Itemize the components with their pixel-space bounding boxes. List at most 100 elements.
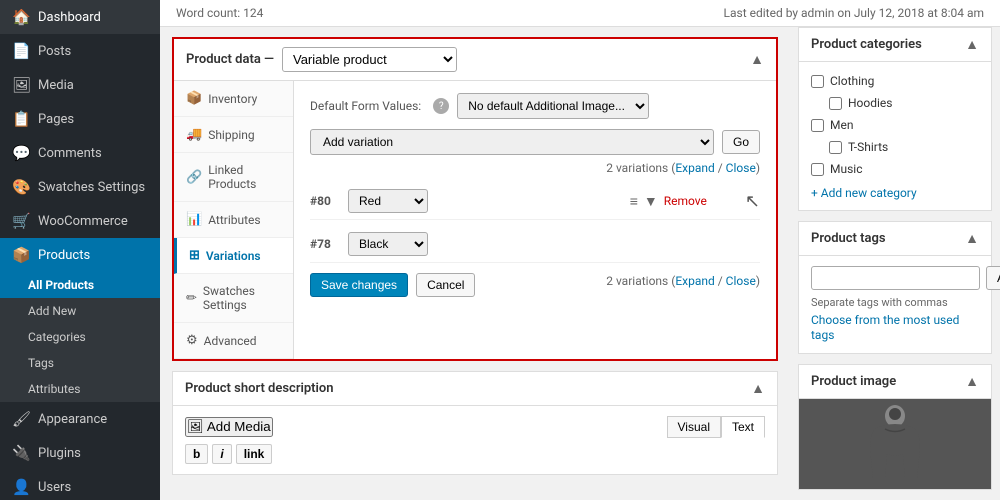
sidebar-item-appearance[interactable]: 🖌 Appearance bbox=[0, 402, 160, 436]
variation-actions-80: ≡ ▼ Remove bbox=[630, 193, 707, 210]
tags-body: Add Separate tags with commas Choose fro… bbox=[799, 256, 991, 353]
help-icon[interactable]: ? bbox=[433, 98, 449, 114]
tags-header: Product tags ▲ bbox=[799, 222, 991, 256]
tab-inventory-label: Inventory bbox=[208, 92, 257, 106]
tags-hint: Separate tags with commas bbox=[811, 296, 979, 309]
advanced-tab-icon: ⚙ bbox=[186, 333, 198, 348]
cancel-button[interactable]: Cancel bbox=[416, 273, 475, 297]
sidebar-item-posts[interactable]: 📄 Posts bbox=[0, 34, 160, 68]
sidebar-item-woocommerce[interactable]: 🛒 WooCommerce bbox=[0, 204, 160, 238]
sidebar-item-all-products[interactable]: All Products bbox=[0, 272, 160, 298]
variation-row-80: #80 Red ≡ ▼ Remove ↖ bbox=[310, 183, 760, 220]
tab-advanced[interactable]: ⚙ Advanced bbox=[174, 323, 293, 359]
categories-box: Product categories ▲ Clothing Hoodies Me… bbox=[798, 27, 992, 211]
tab-variations-label: Variations bbox=[206, 249, 261, 263]
tags-input-row: Add bbox=[811, 266, 979, 290]
variations-tab-content: Default Form Values: ? No default Additi… bbox=[294, 81, 776, 359]
sidebar-item-categories[interactable]: Categories bbox=[0, 324, 160, 350]
sidebar-item-users[interactable]: 👤 Users bbox=[0, 470, 160, 500]
users-icon: 👤 bbox=[12, 478, 30, 496]
add-variation-select[interactable]: Add variation bbox=[310, 129, 714, 155]
category-item-hoodies: Hoodies bbox=[811, 94, 979, 112]
italic-button[interactable]: i bbox=[212, 444, 231, 464]
sidebar-item-attributes[interactable]: Attributes bbox=[0, 376, 160, 402]
product-image-placeholder[interactable] bbox=[799, 399, 991, 489]
variation-menu-icon[interactable]: ≡ bbox=[630, 193, 638, 210]
checkbox-music[interactable] bbox=[811, 163, 824, 176]
category-item-tshirts: T-Shirts bbox=[811, 138, 979, 156]
sidebar-item-media[interactable]: 🖼 Media bbox=[0, 68, 160, 102]
sidebar-item-label: Comments bbox=[38, 146, 102, 161]
cursor-graphic: ↖ bbox=[745, 191, 760, 212]
tags-collapse-icon[interactable]: ▲ bbox=[965, 230, 979, 247]
product-image-collapse-icon[interactable]: ▲ bbox=[965, 373, 979, 390]
sidebar-item-comments[interactable]: 💬 Comments bbox=[0, 136, 160, 170]
sidebar-item-label: WooCommerce bbox=[38, 214, 128, 229]
tab-attributes[interactable]: 📊 Attributes bbox=[174, 202, 293, 238]
sidebar-item-plugins[interactable]: 🔌 Plugins bbox=[0, 436, 160, 470]
visual-tab[interactable]: Visual bbox=[667, 416, 721, 438]
tags-add-button[interactable]: Add bbox=[986, 266, 1000, 290]
tags-input[interactable] bbox=[811, 266, 980, 290]
categories-body: Clothing Hoodies Men T-Shirts bbox=[799, 62, 991, 210]
bold-button[interactable]: b bbox=[185, 444, 208, 464]
sidebar-item-products[interactable]: 📦 Products bbox=[0, 238, 160, 272]
tags-title: Product tags bbox=[811, 231, 886, 246]
default-form-row: Default Form Values: ? No default Additi… bbox=[310, 93, 760, 119]
default-form-select[interactable]: No default Additional Image... bbox=[457, 93, 649, 119]
variations-count-b: 2 variations bbox=[606, 274, 668, 288]
posts-icon: 📄 bbox=[12, 42, 30, 60]
product-type-select[interactable]: Variable product Simple product Grouped … bbox=[282, 47, 457, 72]
variation-num-80: #80 bbox=[310, 194, 340, 208]
close-link[interactable]: Close bbox=[726, 161, 756, 175]
sidebar-item-swatches[interactable]: 🎨 Swatches Settings bbox=[0, 170, 160, 204]
product-image-title: Product image bbox=[811, 374, 896, 389]
product-data-title: Product data — Variable product Simple p… bbox=[186, 47, 457, 72]
media-icon: 🖼 bbox=[12, 76, 30, 94]
variation-select-78[interactable]: Black bbox=[348, 232, 428, 256]
link-button[interactable]: link bbox=[236, 444, 273, 464]
variation-num-78: #78 bbox=[310, 237, 340, 251]
variation-select-80[interactable]: Red bbox=[348, 189, 428, 213]
go-button[interactable]: Go bbox=[722, 130, 760, 154]
product-data-box: Product data — Variable product Simple p… bbox=[172, 37, 778, 361]
sidebar-item-add-new[interactable]: Add New bbox=[0, 298, 160, 324]
expand-link-b[interactable]: Expand bbox=[675, 274, 714, 288]
sidebar-item-tags[interactable]: Tags bbox=[0, 350, 160, 376]
categories-collapse-icon[interactable]: ▲ bbox=[965, 36, 979, 53]
save-changes-button[interactable]: Save changes bbox=[310, 273, 408, 297]
last-edited: Last edited by admin on July 12, 2018 at… bbox=[724, 6, 984, 20]
variation-arrow-icon[interactable]: ▼ bbox=[644, 193, 658, 210]
checkbox-men[interactable] bbox=[811, 119, 824, 132]
add-media-icon: 🖼 bbox=[187, 419, 204, 434]
tab-linked-products[interactable]: 🔗 Linked Products bbox=[174, 153, 293, 202]
product-image-svg bbox=[865, 404, 925, 484]
checkbox-tshirts[interactable] bbox=[829, 141, 842, 154]
product-image-body bbox=[799, 399, 991, 489]
tab-swatches-label: Swatches Settings bbox=[203, 284, 281, 312]
checkbox-hoodies[interactable] bbox=[829, 97, 842, 110]
sidebar-item-pages[interactable]: 📋 Pages bbox=[0, 102, 160, 136]
product-image-box: Product image ▲ bbox=[798, 364, 992, 490]
tab-variations[interactable]: ⊞ Variations bbox=[174, 238, 293, 274]
collapse-icon[interactable]: ▲ bbox=[750, 51, 764, 68]
add-media-button[interactable]: 🖼 Add Media bbox=[185, 417, 273, 437]
categories-label: Categories bbox=[28, 330, 86, 344]
editor-top-row: 🖼 Add Media Visual Text bbox=[185, 416, 765, 438]
tab-shipping[interactable]: 🚚 Shipping bbox=[174, 117, 293, 153]
expand-link[interactable]: Expand bbox=[675, 161, 714, 175]
checkbox-clothing[interactable] bbox=[811, 75, 824, 88]
short-desc-collapse-icon[interactable]: ▲ bbox=[751, 380, 765, 397]
sidebar-item-dashboard[interactable]: 🏠 Dashboard bbox=[0, 0, 160, 34]
tags-choose-link[interactable]: Choose from the most used tags bbox=[811, 313, 959, 342]
close-link-b[interactable]: Close bbox=[726, 274, 756, 288]
tab-inventory[interactable]: 📦 Inventory bbox=[174, 81, 293, 117]
remove-link-80[interactable]: Remove bbox=[664, 194, 707, 208]
sidebar-item-label: Pages bbox=[38, 112, 74, 127]
add-category-link[interactable]: + Add new category bbox=[811, 186, 979, 200]
product-data-label: Product data — bbox=[186, 52, 274, 67]
short-desc-title: Product short description bbox=[185, 381, 334, 396]
category-item-music: Music bbox=[811, 160, 979, 178]
text-tab[interactable]: Text bbox=[721, 416, 765, 438]
tab-swatches-settings[interactable]: ✏ Swatches Settings bbox=[174, 274, 293, 323]
